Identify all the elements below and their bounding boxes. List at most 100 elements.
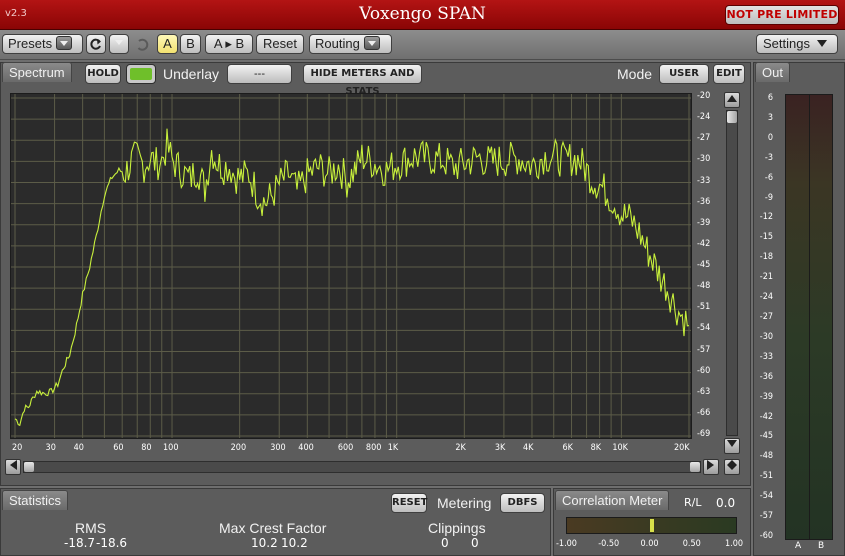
routing-button[interactable]: Routing	[309, 34, 392, 54]
diamond-icon	[727, 460, 737, 470]
presets-button[interactable]: Presets	[2, 34, 83, 54]
frequency-tick-label: 800	[365, 443, 382, 453]
frequency-tick-label: 100	[163, 443, 179, 453]
undo-icon	[90, 38, 101, 50]
frequency-tick-label: 3K	[494, 443, 506, 453]
frequency-tick-label: 20	[12, 443, 23, 453]
correlation-tick-label: 1.00	[725, 539, 744, 549]
meter-divider	[809, 95, 810, 539]
hold-button[interactable]: HOLD	[85, 64, 121, 84]
out-tab[interactable]: Out	[755, 62, 790, 82]
meter-tick-label: -9	[764, 192, 773, 203]
db-tick-label: -30	[697, 154, 711, 165]
horizontal-scrollbar[interactable]	[23, 461, 701, 473]
scroll-up-button[interactable]	[724, 92, 740, 108]
vertical-scrollbar[interactable]	[726, 110, 738, 436]
meter-tick-label: -36	[759, 371, 773, 382]
correlation-indicator	[649, 519, 654, 532]
meter-tick-label: -48	[759, 451, 773, 462]
rl-value: 0.0	[716, 496, 736, 510]
hold-led-toggle[interactable]	[126, 64, 156, 84]
spectrum-plot	[11, 94, 691, 438]
presets-label: Presets	[8, 36, 53, 51]
meter-tick-label: -45	[759, 431, 773, 442]
db-tick-label: -27	[697, 133, 711, 144]
meter-tick-label: -42	[759, 411, 773, 422]
frequency-tick-label: 300	[270, 443, 286, 453]
meter-tick-label: -18	[759, 252, 773, 263]
meter-tick-label: -33	[759, 351, 773, 362]
meter-channel-a-label: A	[795, 541, 802, 551]
correlation-tick-label: 0.00	[640, 539, 659, 549]
frequency-tick-label: 6K	[562, 443, 573, 453]
horizontal-scroll-thumb-left[interactable]	[24, 462, 34, 472]
hold-led	[130, 68, 152, 80]
scroll-right-button[interactable]	[703, 459, 719, 475]
db-tick-label: -57	[697, 344, 711, 355]
settings-label: Settings	[763, 36, 810, 51]
zoom-fit-button[interactable]	[724, 459, 740, 475]
frequency-tick-label: 30	[45, 443, 56, 453]
horizontal-scroll-thumb-right[interactable]	[690, 462, 700, 472]
redo-icon[interactable]	[134, 36, 152, 54]
meter-tick-label: 0	[767, 132, 773, 143]
frequency-tick-label: 40	[73, 443, 84, 453]
output-level-meter	[785, 94, 833, 540]
undo-button[interactable]	[86, 34, 106, 54]
rl-label: R/L	[684, 496, 702, 509]
mode-label: Mode	[617, 66, 653, 82]
meter-tick-label: -6	[764, 172, 773, 183]
app-title: Voxengo SPAN	[359, 4, 486, 24]
frequency-tick-label: 2K	[455, 443, 466, 453]
title-bar: v2.3 Voxengo SPAN NOT PRE LIMITED	[0, 0, 845, 30]
db-tick-label: -66	[697, 407, 711, 418]
crest-value-b: 10.2	[281, 536, 308, 550]
correlation-tick-label: -1.00	[556, 539, 577, 549]
frequency-tick-label: 600	[337, 443, 354, 453]
chevron-down-icon	[363, 36, 380, 50]
preset-b-button[interactable]: B	[180, 34, 201, 54]
frequency-tick-label: 400	[298, 443, 314, 453]
meter-tick-label: -12	[759, 212, 773, 223]
preset-a-button[interactable]: A	[157, 34, 178, 54]
db-tick-label: -63	[697, 386, 711, 397]
db-tick-label: -33	[697, 175, 711, 186]
meter-tick-label: -3	[764, 152, 773, 163]
arrow-up-icon	[727, 95, 737, 102]
correlation-meter-bar	[566, 517, 737, 534]
copy-a-to-b-button[interactable]: A ▸ B	[205, 34, 253, 54]
reset-button[interactable]: Reset	[256, 34, 304, 54]
frequency-tick-label: 10K	[612, 443, 628, 453]
db-tick-label: -24	[697, 112, 711, 123]
scroll-left-button[interactable]	[5, 459, 21, 475]
hide-meters-button[interactable]: HIDE METERS AND STATS	[303, 64, 422, 97]
correlation-tab[interactable]: Correlation Meter	[555, 490, 670, 510]
undo-history-dropdown[interactable]	[109, 34, 129, 54]
scroll-down-button[interactable]	[724, 438, 740, 454]
frequency-tick-label: 20K	[674, 443, 690, 453]
spectrum-graph[interactable]	[10, 93, 692, 439]
frequency-tick-label: 60	[113, 443, 124, 453]
metering-dbfs-button[interactable]: DBFS	[500, 493, 545, 513]
vertical-scroll-thumb[interactable]	[727, 111, 737, 123]
statistics-tab[interactable]: Statistics	[2, 490, 69, 510]
meter-tick-label: -39	[759, 391, 773, 402]
crest-factor-label: Max Crest Factor	[219, 520, 327, 536]
db-tick-label: -42	[697, 238, 711, 249]
meter-tick-label: 3	[767, 112, 773, 123]
settings-button[interactable]: Settings	[756, 34, 838, 54]
frequency-tick-label: 80	[141, 443, 152, 453]
chevron-down-icon	[112, 36, 126, 50]
db-tick-label: -36	[697, 196, 711, 207]
metering-label: Metering	[437, 495, 492, 511]
spectrum-tab[interactable]: Spectrum	[2, 62, 72, 82]
spectrum-line	[14, 128, 690, 427]
meter-channel-b-label: B	[818, 541, 825, 551]
statistics-reset-button[interactable]: RESET	[391, 493, 427, 513]
crest-value-a: 10.2	[251, 536, 278, 550]
arrow-left-icon	[10, 460, 17, 470]
underlay-select[interactable]: ---	[227, 64, 292, 84]
mode-user-button[interactable]: USER	[659, 64, 709, 84]
mode-edit-button[interactable]: EDIT	[713, 64, 745, 84]
not-pre-limited-badge[interactable]: NOT PRE LIMITED	[725, 5, 839, 25]
